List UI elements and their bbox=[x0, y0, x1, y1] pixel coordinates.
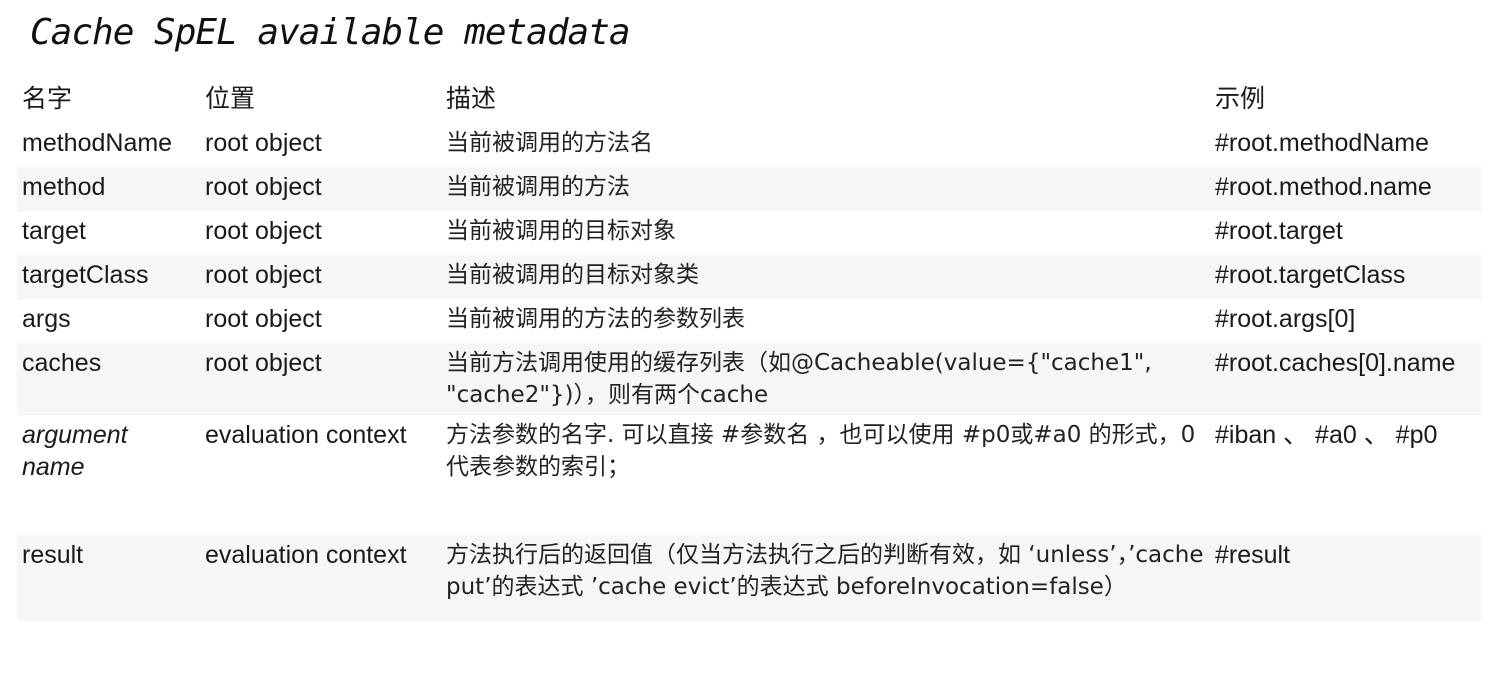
cell-description: 当前被调用的方法 bbox=[441, 167, 1210, 211]
cell-name: result bbox=[17, 535, 200, 621]
cell-location: evaluation context bbox=[200, 535, 441, 621]
cell-description: 当前被调用的目标对象 bbox=[446, 218, 676, 244]
cell-description: 方法执行后的返回值（仅当方法执行之后的判断有效，如 ‘unless’，’cach… bbox=[441, 535, 1210, 621]
cell-name: argument name bbox=[22, 421, 128, 481]
cell-description: 方法参数的名字. 可以直接 #参数名 ，也可以使用 #p0或#a0 的形式，0代… bbox=[446, 422, 1196, 480]
cell-name: args bbox=[22, 305, 71, 333]
table-row: argument name evaluation context 方法参数的名字… bbox=[17, 415, 1481, 535]
cell-name: caches bbox=[17, 343, 200, 415]
cell-example: #root.targetClass bbox=[1210, 255, 1481, 299]
table-row: method root object 当前被调用的方法 #root.method… bbox=[17, 167, 1481, 211]
header-example: 示例 bbox=[1215, 85, 1266, 113]
cell-location: root object bbox=[205, 217, 322, 245]
table-row: args root object 当前被调用的方法的参数列表 #root.arg… bbox=[17, 299, 1481, 343]
cell-example: #root.methodName bbox=[1215, 129, 1430, 157]
cell-location: evaluation context bbox=[205, 421, 407, 449]
header-location: 位置 bbox=[205, 85, 256, 113]
header-description: 描述 bbox=[446, 85, 497, 113]
table-row: methodName root object 当前被调用的方法名 #root.m… bbox=[17, 123, 1481, 167]
cell-example: #root.args[0] bbox=[1215, 305, 1356, 333]
cell-description: 当前被调用的方法名 bbox=[446, 130, 653, 156]
page-title: Cache SpEL available metadata bbox=[30, 12, 631, 53]
cell-description: 当前被调用的目标对象类 bbox=[441, 255, 1210, 299]
table-row: caches root object 当前方法调用使用的缓存列表（如@Cache… bbox=[17, 343, 1481, 415]
cell-name: target bbox=[22, 217, 86, 245]
table-row: target root object 当前被调用的目标对象 #root.targ… bbox=[17, 211, 1481, 255]
cell-name: methodName bbox=[22, 129, 173, 157]
cell-name: method bbox=[17, 167, 200, 211]
cell-example: #root.method.name bbox=[1210, 167, 1481, 211]
cell-example: #root.target bbox=[1215, 217, 1343, 245]
cell-name: targetClass bbox=[17, 255, 200, 299]
cell-example: #iban 、 #a0 、 #p0 bbox=[1215, 421, 1438, 449]
cell-location: root object bbox=[200, 255, 441, 299]
header-name: 名字 bbox=[22, 85, 73, 113]
table-row: result evaluation context 方法执行后的返回值（仅当方法… bbox=[17, 535, 1481, 621]
table-header-row: 名字 位置 描述 示例 bbox=[17, 79, 1481, 123]
cell-example: #result bbox=[1210, 535, 1481, 621]
cell-description: 当前方法调用使用的缓存列表（如@Cacheable(value={"cache1… bbox=[441, 343, 1210, 415]
cell-example: #root.caches[0].name bbox=[1210, 343, 1481, 415]
metadata-table: 名字 位置 描述 示例 methodName root object 当前被调用… bbox=[17, 79, 1481, 621]
cell-description: 当前被调用的方法的参数列表 bbox=[446, 306, 745, 332]
cell-location: root object bbox=[205, 129, 322, 157]
cell-location: root object bbox=[200, 343, 441, 415]
cell-location: root object bbox=[200, 167, 441, 211]
cell-location: root object bbox=[205, 305, 322, 333]
table-row: targetClass root object 当前被调用的目标对象类 #roo… bbox=[17, 255, 1481, 299]
